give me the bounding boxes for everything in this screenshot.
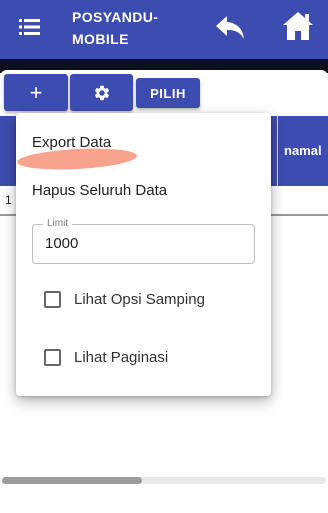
pagination-checkbox[interactable] <box>44 349 61 366</box>
gear-icon <box>94 85 109 100</box>
limit-input[interactable]: 1000 <box>45 235 78 252</box>
menu-item-hapus-seluruh-data[interactable]: Hapus Seluruh Data <box>32 182 167 199</box>
pilih-button[interactable]: PILIH <box>136 78 200 108</box>
settings-button[interactable] <box>70 74 133 111</box>
app-bar: POSYANDU-MOBILE <box>0 0 328 59</box>
side-option-label: Lihat Opsi Samping <box>74 291 205 308</box>
side-option-checkbox[interactable] <box>44 291 61 308</box>
add-button[interactable]: + <box>4 74 68 111</box>
hamburger-menu-icon[interactable] <box>14 15 44 39</box>
app-title: POSYANDU-MOBILE <box>72 9 159 47</box>
row-number: 1 <box>5 193 12 207</box>
limit-label: Limit <box>43 218 73 229</box>
reply-arrow-icon[interactable] <box>213 10 247 44</box>
menu-item-export-data[interactable]: Export Data <box>32 134 111 151</box>
horizontal-scrollbar-thumb[interactable] <box>2 477 142 484</box>
home-icon[interactable] <box>281 9 315 43</box>
column-header-namal[interactable]: namal <box>284 143 322 158</box>
settings-dropdown-menu: Export Data Hapus Seluruh Data Limit 100… <box>16 113 271 396</box>
pagination-toggle[interactable]: Lihat Paginasi <box>44 349 168 366</box>
limit-field[interactable]: Limit 1000 <box>32 218 255 264</box>
pagination-label: Lihat Paginasi <box>74 349 169 366</box>
side-option-toggle[interactable]: Lihat Opsi Samping <box>44 291 205 308</box>
